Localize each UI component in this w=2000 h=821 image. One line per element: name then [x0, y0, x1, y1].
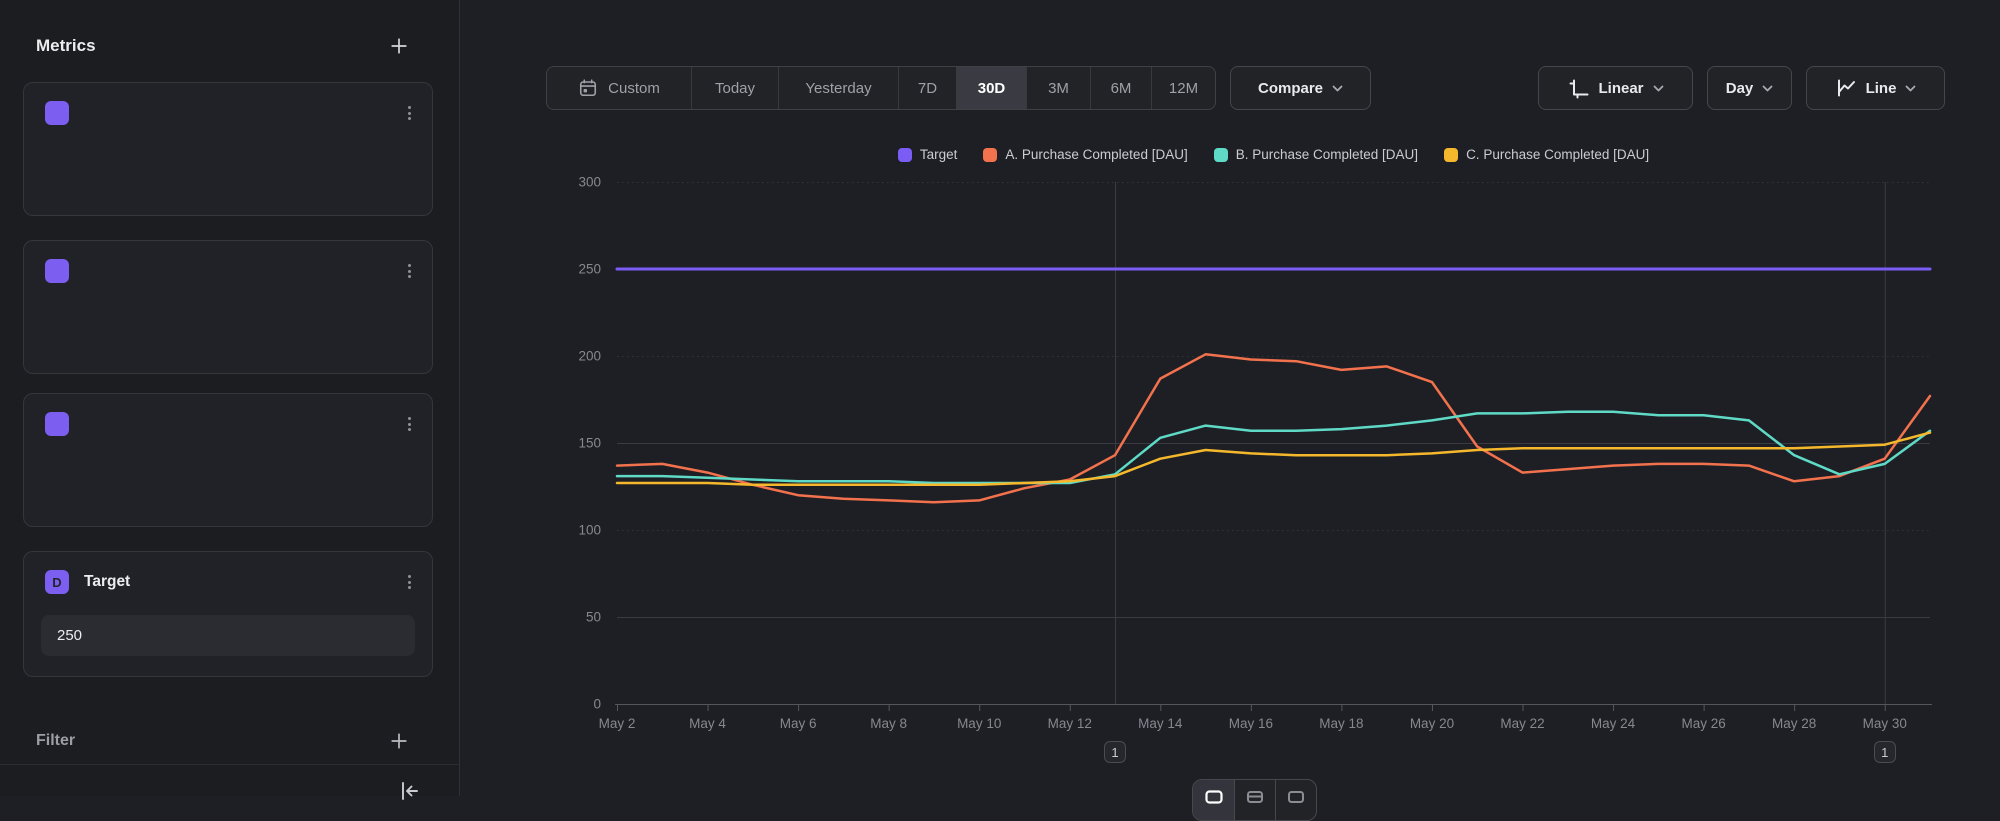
x-axis-label-may-28: May 28 — [1772, 716, 1816, 731]
series-line-a — [617, 354, 1930, 502]
x-axis-label-may-30: May 30 — [1863, 716, 1907, 731]
chart-view-option-line[interactable] — [1193, 780, 1234, 820]
y-axis-label-100: 100 — [578, 523, 601, 538]
y-axis-label-250: 250 — [578, 262, 601, 277]
split-panel-icon — [1245, 789, 1265, 805]
x-axis-label-may-2: May 2 — [599, 716, 636, 731]
x-axis-label-may-10: May 10 — [957, 716, 1001, 731]
chart-view-option-table[interactable] — [1275, 780, 1316, 820]
series-line-c — [617, 433, 1930, 485]
y-axis-label-50: 50 — [586, 610, 601, 625]
annotation-badge-1[interactable]: 1 — [1104, 741, 1126, 763]
x-axis-label-may-24: May 24 — [1591, 716, 1636, 731]
chart-view-toggle — [1192, 779, 1317, 821]
x-axis-label-may-8: May 8 — [870, 716, 907, 731]
table-panel-icon — [1286, 789, 1306, 805]
y-axis-label-300: 300 — [578, 175, 601, 190]
y-axis-label-150: 150 — [578, 436, 601, 451]
chart-view-option-split[interactable] — [1234, 780, 1275, 820]
line-chart: 0 50 100 150 200 250 300 May 2 May 4 May 6 May 8 Ma… — [0, 0, 2000, 796]
x-axis-label-may-6: May 6 — [780, 716, 817, 731]
y-axis-label-0: 0 — [593, 697, 601, 712]
y-axis-label-200: 200 — [578, 349, 601, 364]
x-axis-label-may-4: May 4 — [689, 716, 726, 731]
x-axis-label-may-20: May 20 — [1410, 716, 1454, 731]
x-axis-label-may-26: May 26 — [1681, 716, 1725, 731]
x-axis-label-may-16: May 16 — [1229, 716, 1273, 731]
x-axis-label-may-22: May 22 — [1500, 716, 1544, 731]
annotation-badge-2[interactable]: 1 — [1874, 741, 1896, 763]
chart-panel-icon — [1204, 789, 1224, 805]
x-axis-label-may-12: May 12 — [1048, 716, 1092, 731]
x-axis-label-may-18: May 18 — [1319, 716, 1363, 731]
x-axis-label-may-14: May 14 — [1138, 716, 1183, 731]
